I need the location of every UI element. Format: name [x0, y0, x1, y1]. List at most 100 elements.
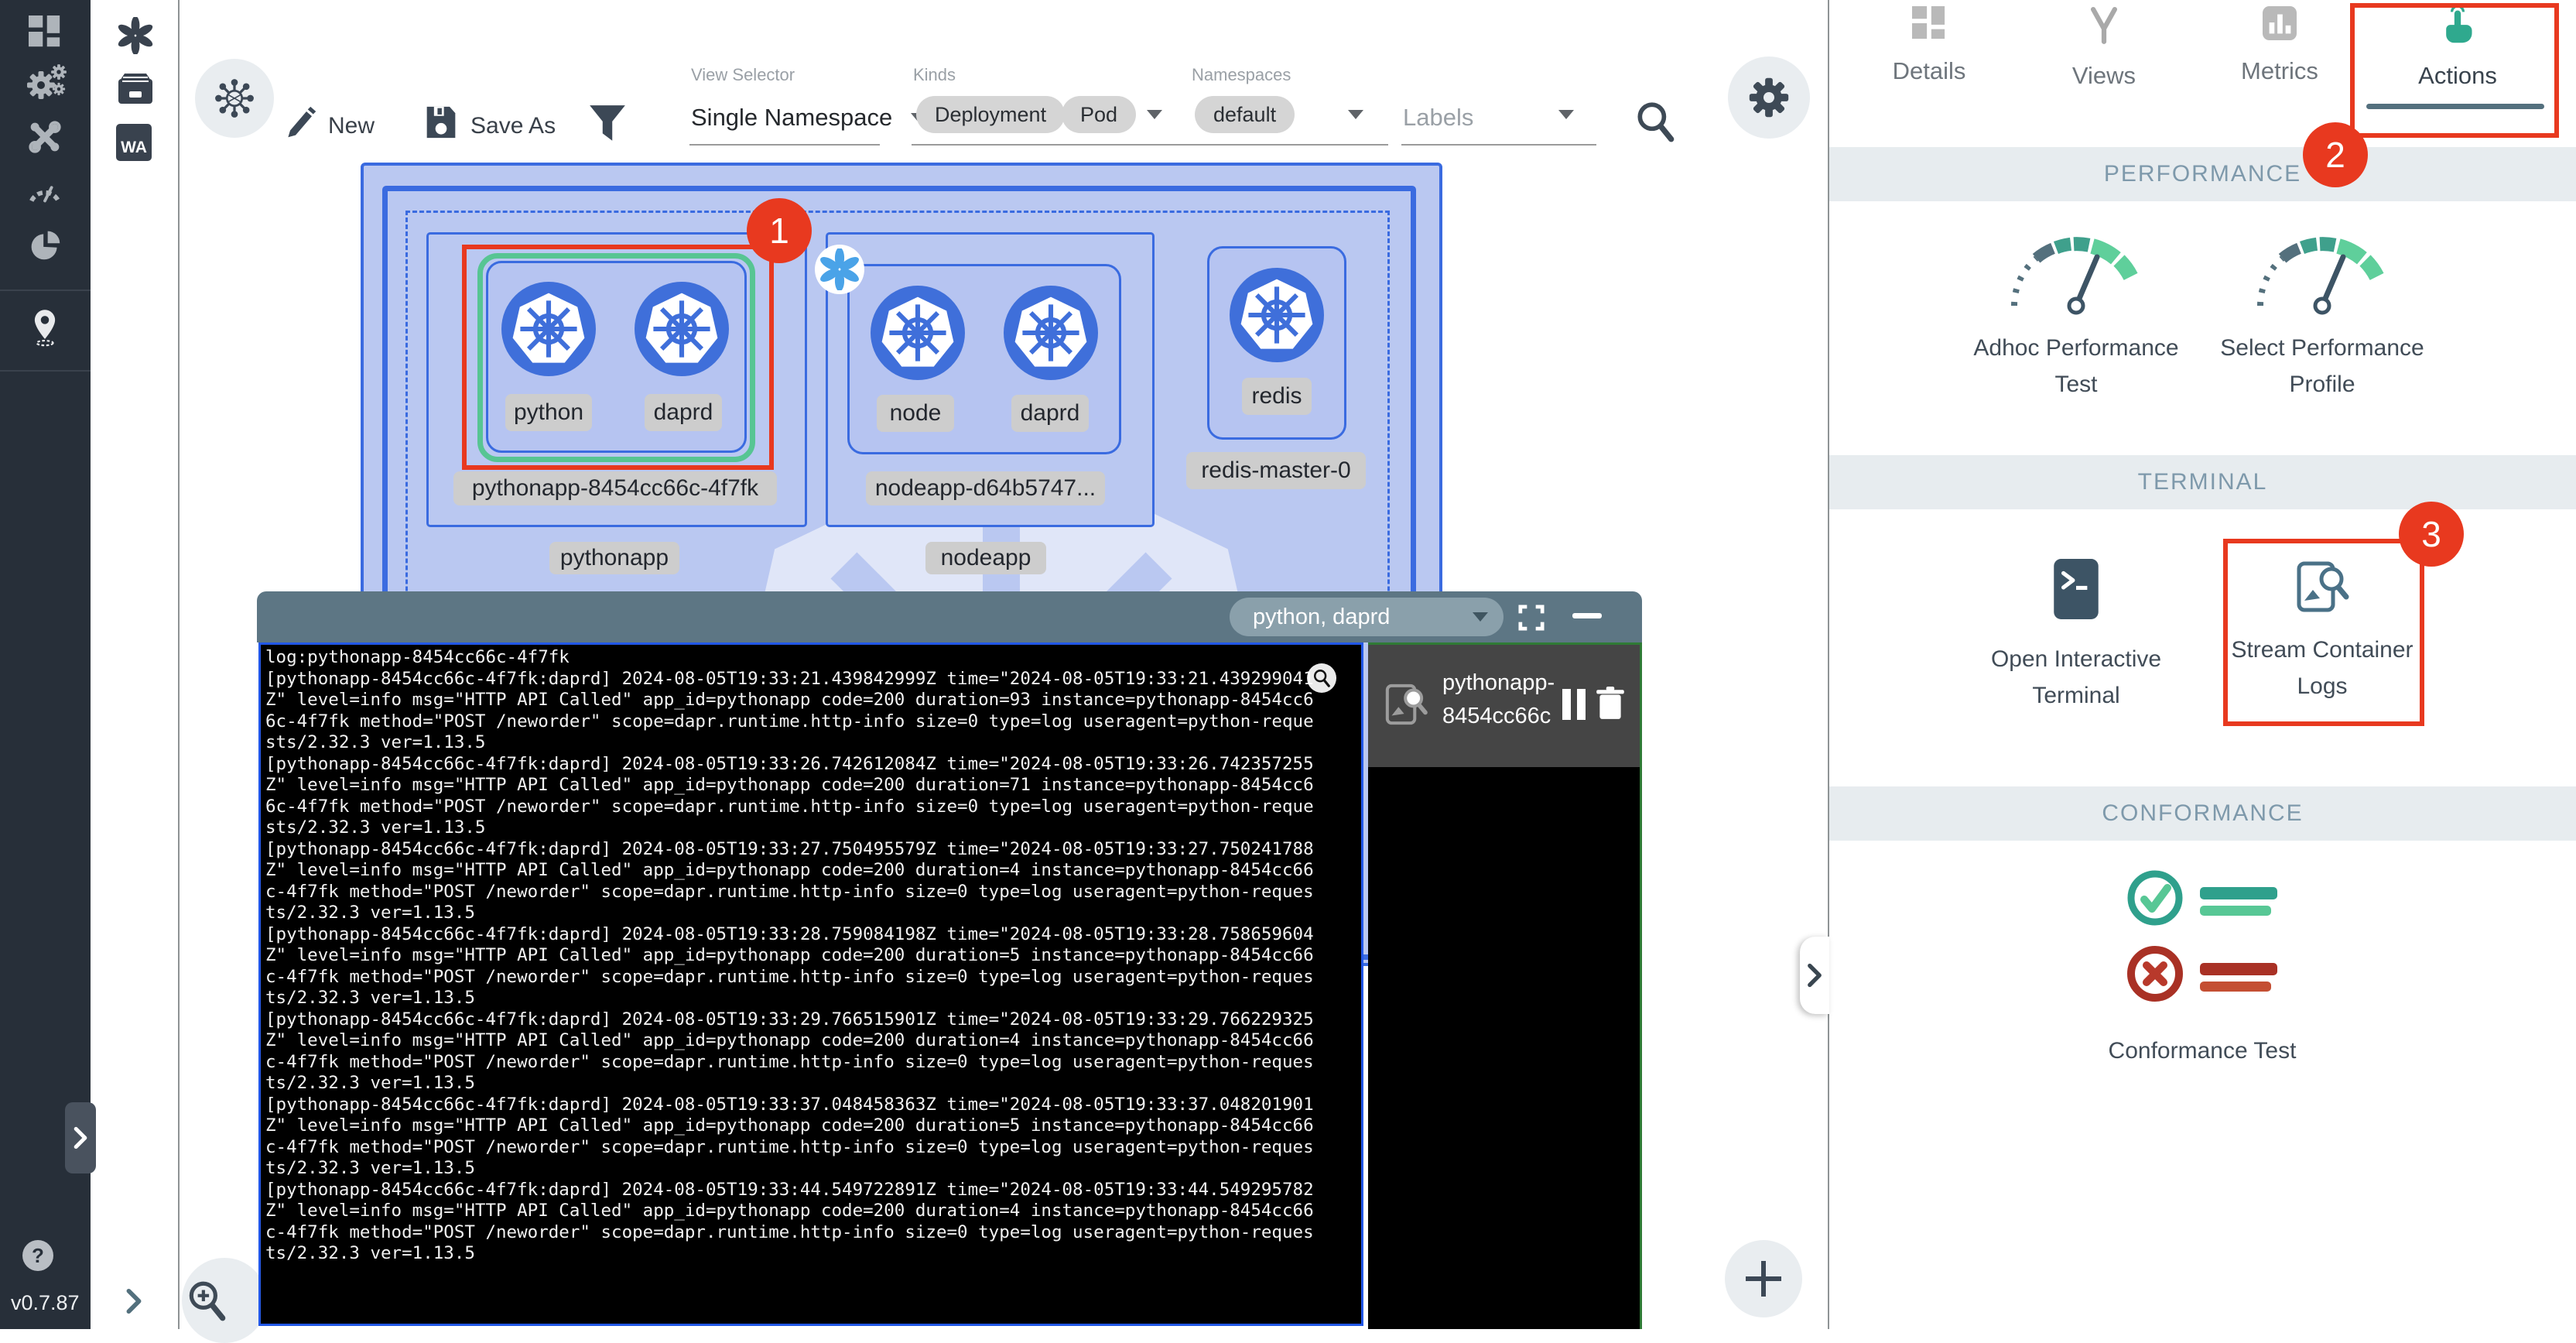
bar-chart-icon [2263, 6, 2297, 40]
layout-button[interactable] [195, 59, 274, 138]
log-terminal-window: python, daprd log:pythonapp-8454cc66c-4f… [257, 591, 1642, 1329]
details-side-panel: Details Views Metrics Actions PERFORMANC… [1829, 0, 2576, 1329]
container-label: redis [1242, 378, 1312, 415]
wasm-badge-icon[interactable]: WA [116, 124, 152, 161]
filter-button[interactable] [588, 104, 627, 146]
action-label-line1: Select Performance [2167, 330, 2477, 366]
stream-title-line1: pythonapp- [1442, 666, 1555, 700]
container-daprd[interactable] [1004, 286, 1098, 380]
kind-chip-pod[interactable]: Pod [1062, 96, 1136, 133]
gear-icon [1747, 76, 1791, 119]
container-selector-value: python, daprd [1253, 605, 1390, 630]
collapse-panel-button[interactable] [1800, 937, 1829, 1014]
tab-label: Details [1893, 57, 1966, 85]
log-stream-item[interactable]: pythonapp- 8454cc66c [1368, 645, 1640, 767]
tab-label: Metrics [2241, 57, 2318, 85]
container-redis[interactable] [1230, 268, 1324, 362]
branch-views-icon [2088, 6, 2120, 45]
annotation-step-2: 2 [2303, 122, 2368, 187]
chevron-down-icon [1473, 612, 1488, 622]
crossed-tools-icon [28, 120, 62, 154]
save-as-button[interactable] [424, 104, 458, 141]
log-search-button[interactable] [1307, 663, 1336, 693]
new-button[interactable] [285, 104, 317, 141]
container-label: node [877, 395, 954, 432]
search-button[interactable] [1634, 99, 1676, 144]
sidebar-item-tools[interactable] [26, 118, 64, 156]
pause-stream-button[interactable] [1562, 689, 1586, 720]
sidebar-divider [0, 370, 91, 372]
chevron-right-icon [1806, 963, 1823, 988]
annotation-rect-2 [2350, 3, 2559, 138]
panel-divider [1828, 0, 1829, 1329]
sidebar-item-settings[interactable] [26, 63, 64, 102]
sidebar-item-analytics[interactable] [26, 226, 64, 265]
annotation-step-3: 3 [2399, 502, 2464, 567]
pod-name-label: redis-master-0 [1186, 452, 1366, 489]
strip-item-dapr[interactable] [117, 17, 154, 54]
container-selector-dropdown[interactable]: python, daprd [1230, 598, 1504, 636]
dapr-pinwheel-icon [117, 17, 154, 54]
zoom-in-button[interactable] [182, 1258, 267, 1343]
kubernetes-container-icon [1230, 268, 1324, 362]
tab-metrics[interactable]: Metrics [2209, 6, 2350, 122]
annotation-rect-3 [2223, 539, 2424, 726]
help-button[interactable]: ? [22, 1240, 53, 1271]
sidebar-item-locate[interactable] [26, 308, 64, 347]
save-as-button-label[interactable]: Save As [470, 113, 556, 139]
terminal-fullscreen-button[interactable] [1518, 605, 1545, 631]
search-icon [1312, 668, 1331, 688]
tab-views[interactable]: Views [2034, 6, 2174, 122]
terminal-minimize-button[interactable] [1572, 613, 1602, 618]
view-selector-label: View Selector [691, 65, 795, 85]
kinds-chevron-down-icon[interactable] [1147, 110, 1162, 119]
plus-icon [1746, 1261, 1781, 1297]
labels-dropdown[interactable]: Labels [1403, 104, 1473, 132]
sidebar-item-dashboard[interactable] [26, 12, 64, 51]
pause-icon [1577, 689, 1586, 720]
annotation-step-1: 1 [747, 198, 812, 263]
log-text: log:pythonapp-8454cc66c-4f7fk [pythonapp… [261, 645, 1361, 1267]
delete-stream-button[interactable] [1596, 687, 1625, 721]
action-select-performance-profile[interactable]: Select Performance Profile [2167, 232, 2477, 403]
location-pin-icon [29, 308, 61, 347]
pause-icon [1562, 689, 1571, 720]
kubernetes-container-icon [871, 286, 965, 380]
sidebar-expand-button[interactable] [65, 1102, 96, 1173]
section-header-terminal: TERMINAL [1829, 455, 2576, 509]
container-node[interactable] [871, 286, 965, 380]
log-output-panel[interactable]: log:pythonapp-8454cc66c-4f7fk [pythonapp… [258, 642, 1363, 1326]
pod-name-label: nodeapp-d64b5747... [866, 471, 1105, 505]
labels-chevron-down-icon[interactable] [1558, 110, 1574, 119]
add-button[interactable] [1725, 1240, 1802, 1317]
namespace-chip-default[interactable]: default [1195, 96, 1295, 133]
section-header-conformance: CONFORMANCE [1829, 786, 2576, 841]
strip-expand-button[interactable] [125, 1288, 143, 1314]
view-selector-value: Single Namespace [691, 104, 892, 132]
terminal-title-bar[interactable]: python, daprd [257, 591, 1642, 642]
new-button-label[interactable]: New [328, 113, 375, 139]
deployment-name-label: nodeapp [925, 542, 1046, 574]
tool-strip: WA [91, 0, 180, 1329]
log-streams-panel: pythonapp- 8454cc66c [1368, 642, 1642, 1329]
search-icon [1634, 99, 1676, 144]
action-conformance-test[interactable]: Conformance Test [2047, 867, 2357, 1069]
view-selector-dropdown[interactable]: Single Namespace [691, 104, 926, 132]
dropdown-underline [689, 144, 880, 146]
gauge-icon [2167, 232, 2477, 317]
chevron-right-icon [73, 1126, 88, 1149]
kind-chip-deployment[interactable]: Deployment [916, 96, 1065, 133]
namespaces-label: Namespaces [1192, 65, 1291, 85]
snowflake-network-icon [214, 78, 255, 118]
settings-button[interactable] [1728, 57, 1810, 139]
tab-details[interactable]: Details [1859, 6, 2000, 122]
section-header-performance: PERFORMANCE [1829, 147, 2576, 201]
chevron-right-icon [125, 1288, 143, 1314]
strip-item-archive[interactable] [117, 71, 154, 105]
deployment-name-label: pythonapp [549, 542, 679, 574]
namespaces-chevron-down-icon[interactable] [1348, 110, 1363, 119]
pencil-icon [285, 104, 317, 141]
details-grid-icon [1912, 6, 1946, 40]
sidebar-item-performance[interactable] [26, 172, 64, 211]
kubernetes-container-icon [1004, 286, 1098, 380]
